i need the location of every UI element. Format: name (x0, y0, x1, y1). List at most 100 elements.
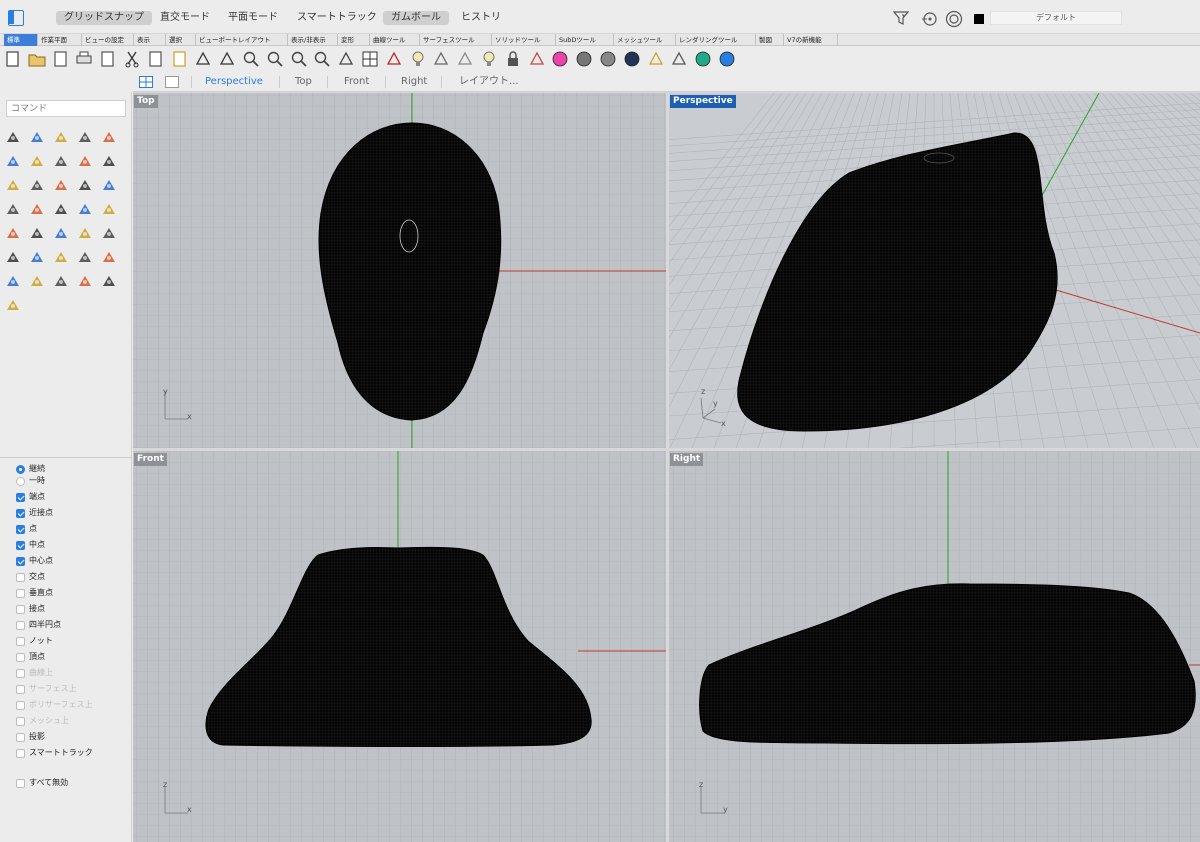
osnap-item[interactable]: 端点 (16, 490, 45, 504)
shaded-sphere-icon[interactable] (575, 50, 593, 68)
viewport-perspective[interactable]: Perspective z y x (669, 93, 1200, 448)
flame-icon[interactable] (52, 200, 70, 218)
cut-icon[interactable] (123, 50, 141, 68)
osnap-mode-temporary[interactable]: 一時 (16, 474, 45, 488)
checkbox[interactable] (16, 540, 25, 550)
rectangle-icon[interactable] (52, 152, 70, 170)
tab-layout[interactable]: レイアウト... (459, 75, 519, 89)
record-target-icon[interactable] (945, 10, 963, 28)
osnap-item[interactable]: 投影 (16, 730, 45, 744)
checkbox[interactable] (16, 572, 25, 582)
viewport-top[interactable]: Top y x (133, 93, 666, 448)
tab-display[interactable]: 表示 (134, 34, 166, 46)
cylinder-icon[interactable] (100, 176, 118, 194)
smart-track-toggle[interactable]: スマートトラック (289, 11, 385, 25)
checkbox[interactable] (16, 778, 25, 788)
zoom-extents-icon[interactable] (290, 50, 308, 68)
viewport-front[interactable]: Front z x (133, 451, 666, 842)
cplane-icon[interactable] (456, 50, 474, 68)
polygon-icon[interactable] (76, 152, 94, 170)
copy-icon[interactable] (147, 50, 165, 68)
align-icon[interactable] (76, 248, 94, 266)
osnap-item[interactable]: ノット (16, 634, 53, 648)
viewport-right[interactable]: Right z y (669, 451, 1200, 842)
text-icon[interactable] (100, 224, 118, 242)
osnap-item[interactable]: 中心点 (16, 554, 53, 568)
viewport-label[interactable]: Right (670, 453, 704, 466)
history-icon[interactable] (670, 50, 688, 68)
tab-transform[interactable]: 変形 (338, 34, 370, 46)
extrude-icon[interactable] (28, 176, 46, 194)
bend-icon[interactable] (76, 224, 94, 242)
osnap-item[interactable]: 四半円点 (16, 618, 61, 632)
tab-set-view[interactable]: ビューの設定 (82, 34, 134, 46)
select-icon[interactable] (432, 50, 450, 68)
ortho-toggle[interactable]: 直交モード (152, 11, 218, 25)
checkbox[interactable] (16, 652, 25, 662)
radio-button[interactable] (16, 464, 25, 474)
checkbox[interactable] (16, 556, 25, 566)
osnap-item[interactable]: 点 (16, 522, 37, 536)
four-viewports-icon[interactable] (361, 50, 379, 68)
sphere-icon[interactable] (76, 176, 94, 194)
ellipse-icon[interactable] (4, 152, 22, 170)
zoom-window-icon[interactable] (266, 50, 284, 68)
grid-snap-toggle[interactable]: グリッドスナップ (56, 11, 152, 25)
single-view-layout-icon[interactable] (165, 76, 179, 88)
globe-green-icon[interactable] (694, 50, 712, 68)
explode-icon[interactable] (28, 272, 46, 290)
zoom-icon[interactable] (242, 50, 260, 68)
checkbox[interactable] (16, 524, 25, 534)
lock-icon[interactable] (504, 50, 522, 68)
radio-button[interactable] (16, 476, 25, 486)
osnap-item[interactable]: 交点 (16, 570, 45, 584)
arc-icon[interactable] (28, 152, 46, 170)
color-wheel-icon[interactable] (551, 50, 569, 68)
osnap-disable-all[interactable]: すべて無効 (16, 776, 68, 790)
tab-front[interactable]: Front (344, 75, 369, 89)
checkbox[interactable] (16, 636, 25, 646)
paste-icon[interactable] (171, 50, 189, 68)
checkbox[interactable] (16, 604, 25, 614)
car-icon[interactable] (385, 50, 403, 68)
import-icon[interactable] (99, 50, 117, 68)
save-icon[interactable] (52, 50, 70, 68)
viewport-label[interactable]: Perspective (670, 95, 736, 108)
checkbox[interactable] (16, 620, 25, 630)
new-file-icon[interactable] (4, 50, 22, 68)
osnap-item[interactable]: 中点 (16, 538, 45, 552)
gumball-toggle[interactable]: ガムボール (383, 11, 449, 25)
osnap-target-icon[interactable] (922, 11, 938, 27)
four-view-layout-icon[interactable] (139, 76, 153, 88)
checkbox[interactable] (16, 748, 25, 758)
sidebar-toggle-icon[interactable] (8, 10, 24, 26)
checkbox[interactable] (16, 732, 25, 742)
transform-icon[interactable] (52, 248, 70, 266)
box-icon[interactable] (52, 176, 70, 194)
trim-icon[interactable] (100, 200, 118, 218)
viewport-label[interactable]: Top (134, 95, 158, 108)
array-icon[interactable] (4, 248, 22, 266)
help-icon[interactable] (718, 50, 736, 68)
tab-drafting[interactable]: 製図 (756, 34, 784, 46)
tab-cplanes[interactable]: 作業平面 (38, 34, 82, 46)
filter-icon[interactable]: ▾ (893, 10, 909, 26)
undo-icon[interactable] (194, 50, 212, 68)
osnap-item[interactable]: 接点 (16, 602, 45, 616)
zoom-selected-icon[interactable] (313, 50, 331, 68)
render-sphere-icon[interactable] (599, 50, 617, 68)
tab-perspective[interactable]: Perspective (205, 75, 263, 89)
open-folder-icon[interactable] (28, 50, 46, 68)
snap-tool-icon[interactable] (4, 296, 22, 314)
polyline-icon[interactable] (52, 128, 70, 146)
tab-viewport-layout[interactable]: ビューポートレイアウト (196, 34, 288, 46)
render-icon[interactable] (100, 272, 118, 290)
dimension-icon[interactable] (100, 248, 118, 266)
osnap-item[interactable]: 頂点 (16, 650, 45, 664)
check-icon[interactable] (76, 272, 94, 290)
command-input[interactable] (6, 100, 126, 117)
current-layer-field[interactable]: デフォルト (990, 11, 1122, 25)
print-icon[interactable] (75, 50, 93, 68)
tab-top[interactable]: Top (295, 75, 312, 89)
analyze-icon[interactable] (52, 272, 70, 290)
